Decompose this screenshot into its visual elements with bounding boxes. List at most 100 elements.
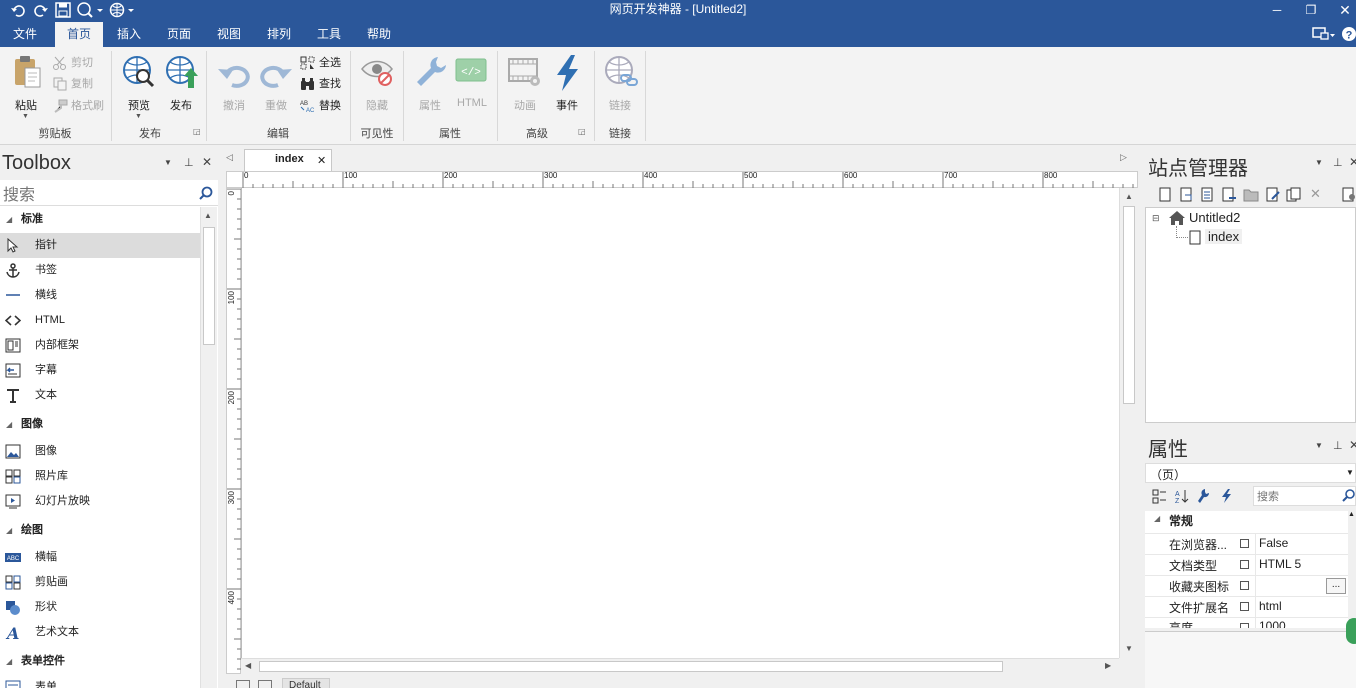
tab-scroll-left-icon[interactable]: ◁ (226, 152, 233, 163)
property-grid-scrollbar[interactable]: ▲ ▼ (1348, 511, 1356, 628)
publish-launcher-icon[interactable]: ◲ (193, 127, 201, 136)
copy-button[interactable]: 复制 (52, 75, 93, 93)
toolbox-category-form[interactable]: ◢ 表单控件 (0, 649, 200, 674)
scroll-up-icon[interactable]: ▲ (204, 211, 212, 220)
publish-qat-icon[interactable] (109, 2, 139, 18)
property-value[interactable]: HTML 5 (1259, 557, 1301, 571)
wrench-icon[interactable] (1196, 488, 1210, 504)
toolbox-category-drawing[interactable]: ◢ 绘图 (0, 518, 200, 543)
toolbox-item-marquee[interactable]: 字幕 (0, 358, 200, 383)
events-button[interactable]: 事件 (547, 53, 587, 119)
properties-menu-icon[interactable]: ▼ (1315, 441, 1323, 450)
replace-button[interactable]: AB AC 替换 (300, 97, 341, 115)
settings-icon[interactable] (1342, 187, 1356, 202)
animation-button[interactable]: 动画 (505, 53, 545, 119)
new-page-icon[interactable] (1159, 187, 1172, 202)
link-button[interactable]: 链接 (600, 53, 640, 119)
properties-close-icon[interactable]: ✕ (1349, 438, 1356, 452)
browse-button[interactable]: ... (1326, 578, 1346, 594)
chevron-down-icon[interactable]: ▼ (1346, 468, 1354, 477)
tab-scroll-right-icon[interactable]: ▷ (1120, 152, 1127, 163)
tab-help[interactable]: 帮助 (358, 22, 400, 47)
close-window-button[interactable]: ✕ (1332, 2, 1356, 19)
search-icon[interactable] (198, 186, 214, 202)
duplicate-page-icon[interactable] (1286, 187, 1301, 202)
select-all-button[interactable]: 全选 (300, 54, 341, 72)
toolbox-scrollbar[interactable]: ▲ (200, 207, 217, 688)
toolbox-item-arttext[interactable]: A 艺术文本 (0, 620, 200, 645)
tab-home[interactable]: 首页 (55, 22, 103, 47)
tab-page[interactable]: 页面 (158, 22, 200, 47)
paste-button[interactable]: 粘贴 ▼ (6, 53, 46, 120)
site-manager-pin-icon[interactable]: ⊥ (1333, 156, 1343, 169)
help-icon[interactable]: ? (1341, 26, 1356, 42)
display-options-icon[interactable] (1312, 26, 1336, 43)
properties-button[interactable]: 属性 (410, 53, 450, 119)
edit-page-icon[interactable] (1266, 187, 1281, 202)
advanced-launcher-icon[interactable]: ◲ (578, 127, 586, 136)
document-tab-index[interactable]: index ✕ (244, 149, 332, 171)
scroll-down-icon[interactable]: ▼ (1125, 644, 1133, 653)
toolbox-menu-icon[interactable]: ▼ (164, 158, 172, 167)
toolbox-category-standard[interactable]: ◢ 标准 (0, 207, 200, 232)
site-page-index[interactable]: index (1205, 229, 1243, 244)
tab-view[interactable]: 视图 (208, 22, 250, 47)
properties-search-input[interactable] (1257, 489, 1337, 504)
toolbox-item-iframe[interactable]: 内部框架 (0, 333, 200, 358)
folder-icon[interactable] (1243, 187, 1259, 202)
save-qat-icon[interactable] (54, 2, 72, 18)
close-tab-icon[interactable]: ✕ (317, 154, 326, 167)
site-root-label[interactable]: Untitled2 (1189, 210, 1240, 225)
scroll-up-icon[interactable]: ▲ (1125, 192, 1133, 201)
property-value[interactable]: False (1259, 536, 1288, 550)
toolbox-item-slideshow[interactable]: 幻灯片放映 (0, 489, 200, 514)
html-button[interactable]: </> HTML (452, 53, 492, 119)
tab-insert[interactable]: 插入 (108, 22, 150, 47)
property-row[interactable]: 收藏夹图标 ... (1145, 575, 1356, 597)
canvas-scroll-thumb[interactable] (1123, 206, 1135, 404)
undo-button[interactable]: 撤消 (214, 53, 254, 119)
toolbox-scroll-thumb[interactable] (203, 227, 215, 345)
property-row[interactable]: 文件扩展名 html (1145, 596, 1356, 618)
cut-button[interactable]: 剪切 (52, 54, 93, 72)
page-properties-icon[interactable] (1201, 187, 1214, 202)
minimize-button[interactable]: ─ (1264, 2, 1290, 19)
preview-qat-icon[interactable] (76, 2, 104, 18)
canvas-vertical-scrollbar[interactable]: ▲ ▼ (1119, 188, 1138, 658)
toolbox-item-hline[interactable]: 横线 (0, 283, 200, 308)
property-row[interactable]: 高度 1000 (1145, 617, 1356, 628)
toolbox-item-pointer[interactable]: 指针 (0, 233, 200, 258)
canvas-hscroll-thumb[interactable] (259, 661, 1003, 672)
publish-button[interactable]: 发布 (161, 53, 201, 119)
object-selector[interactable]: （页） ▼ (1145, 463, 1356, 483)
properties-pin-icon[interactable]: ⊥ (1333, 439, 1343, 452)
link-page-icon[interactable] (1222, 187, 1237, 202)
scroll-right-icon[interactable]: ▶ (1105, 661, 1111, 670)
format-painter-button[interactable]: 格式刷 (52, 97, 104, 115)
toolbox-item-banner[interactable]: ABC 横幅 (0, 545, 200, 570)
property-row[interactable]: 文档类型 HTML 5 (1145, 554, 1356, 576)
toolbox-item-html[interactable]: HTML (0, 308, 200, 333)
toolbox-search-input[interactable] (3, 184, 193, 204)
toolbox-item-image[interactable]: 图像 (0, 439, 200, 464)
tab-file[interactable]: 文件 (3, 22, 47, 47)
restore-button[interactable]: ❐ (1298, 2, 1324, 19)
property-value[interactable]: html (1259, 599, 1282, 613)
property-row[interactable]: 在浏览器... False (1145, 533, 1356, 555)
new-subpage-icon[interactable] (1180, 187, 1193, 202)
page-canvas[interactable] (241, 188, 1119, 658)
property-value[interactable]: 1000 (1259, 619, 1286, 628)
toolbox-item-gallery[interactable]: 照片库 (0, 464, 200, 489)
collapse-icon[interactable]: ⊟ (1152, 213, 1160, 224)
lightning-icon[interactable] (1219, 488, 1233, 504)
canvas-horizontal-scrollbar[interactable]: ◀ ▶ (241, 658, 1119, 674)
preview-dropdown-icon[interactable]: ▼ (135, 113, 142, 120)
page-view-icon[interactable] (236, 680, 250, 688)
sort-alpha-icon[interactable]: AZ (1174, 488, 1190, 504)
site-manager-close-icon[interactable]: ✕ (1349, 155, 1356, 169)
categorized-icon[interactable] (1152, 489, 1167, 504)
search-icon[interactable] (1342, 489, 1356, 503)
undo-qat-icon[interactable] (10, 2, 28, 18)
toolbox-category-image[interactable]: ◢ 图像 (0, 412, 200, 437)
paste-dropdown-icon[interactable]: ▼ (22, 113, 29, 120)
